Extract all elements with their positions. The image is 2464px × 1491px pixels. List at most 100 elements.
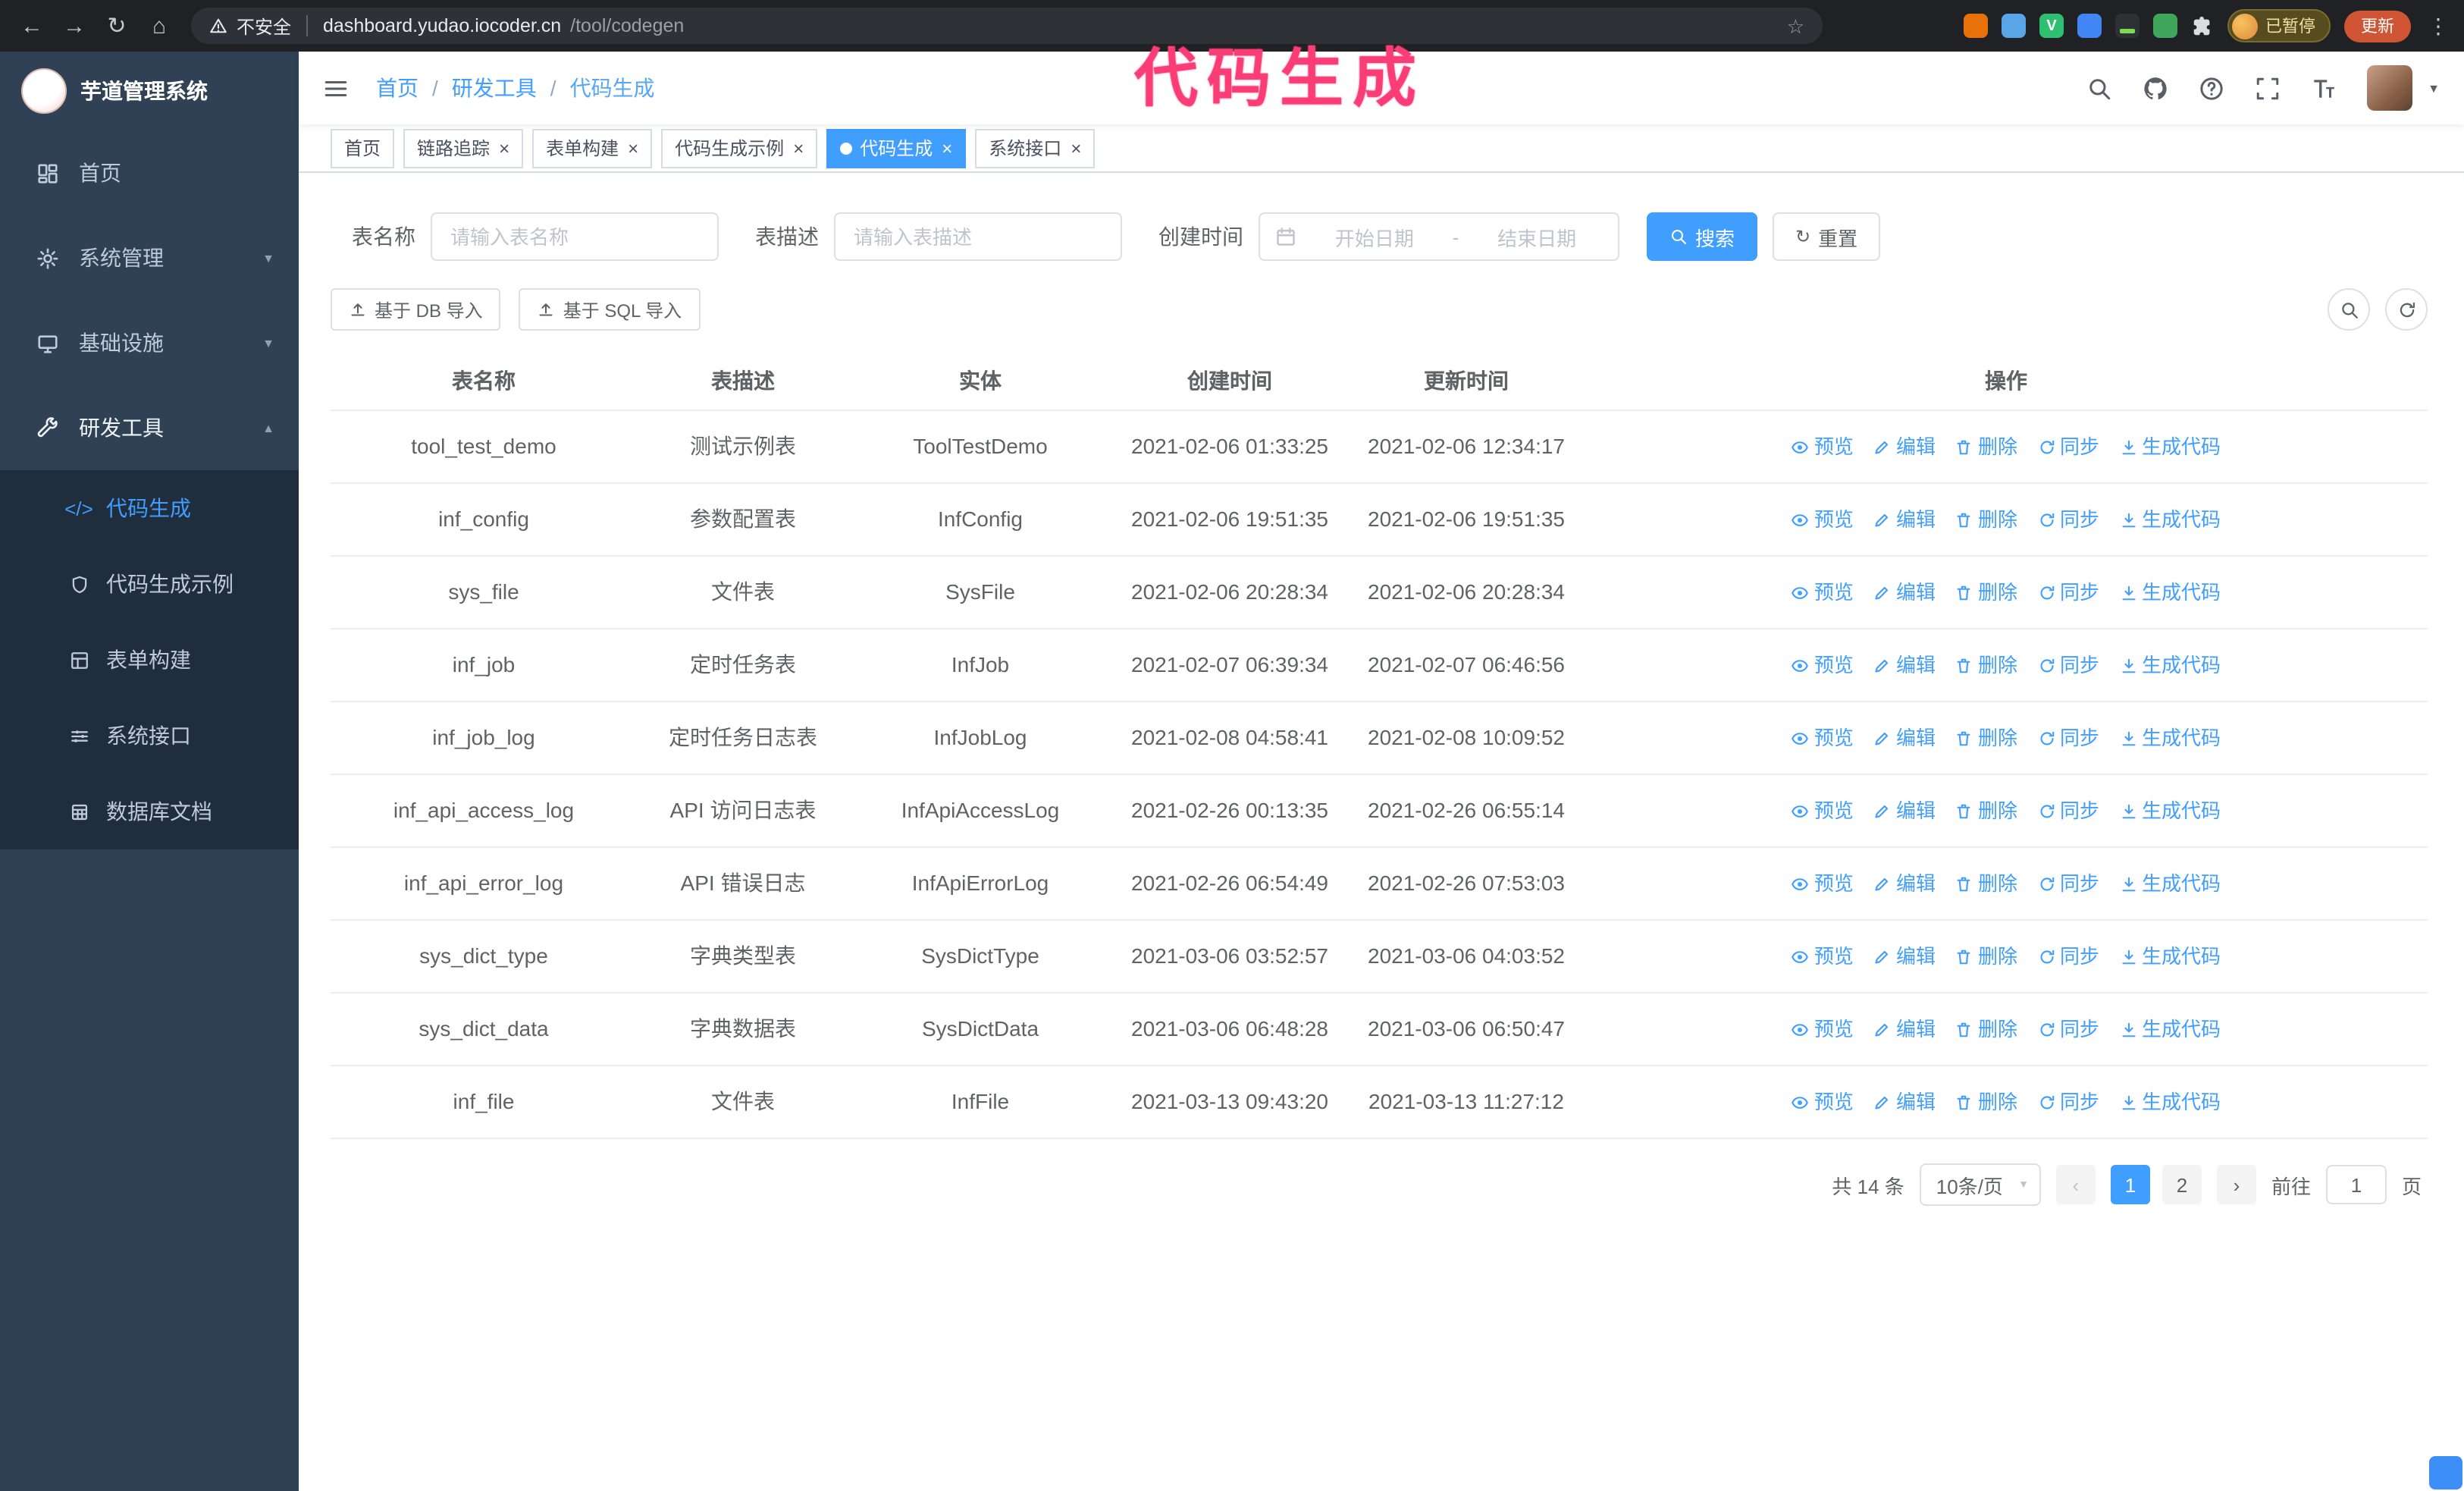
goto-page-input[interactable] [2325, 1165, 2387, 1204]
preview-link[interactable]: 预览 [1792, 575, 1854, 610]
edit-link[interactable]: 编辑 [1873, 1085, 1936, 1119]
tab-2[interactable]: 表单构建 × [532, 128, 653, 168]
generate-code-link[interactable]: 生成代码 [2119, 793, 2221, 828]
import-sql-button[interactable]: 基于 SQL 导入 [519, 288, 701, 331]
chevron-down-icon[interactable]: ▼ [2428, 81, 2440, 95]
edit-link[interactable]: 编辑 [1873, 648, 1936, 683]
preview-link[interactable]: 预览 [1792, 502, 1854, 537]
font-size-icon[interactable] [2311, 75, 2337, 101]
search-toggle-button[interactable] [2328, 288, 2370, 331]
delete-link[interactable]: 删除 [1955, 429, 2017, 464]
sync-link[interactable]: 同步 [2037, 793, 2099, 828]
sync-link[interactable]: 同步 [2037, 939, 2099, 974]
sidebar-item-2[interactable]: 基础设施 ▼ [0, 300, 299, 385]
preview-link[interactable]: 预览 [1792, 793, 1854, 828]
close-icon[interactable]: × [792, 139, 804, 157]
sidebar-subitem-3[interactable]: 系统接口 [0, 698, 299, 774]
table-refresh-button[interactable] [2385, 288, 2428, 331]
sidebar-subitem-4[interactable]: 数据库文档 [0, 774, 299, 849]
sync-link[interactable]: 同步 [2037, 1085, 2099, 1119]
edit-link[interactable]: 编辑 [1873, 429, 1936, 464]
tab-3[interactable]: 代码生成示例 × [661, 128, 818, 168]
sidebar-collapse-icon[interactable] [323, 75, 349, 101]
delete-link[interactable]: 删除 [1955, 502, 2017, 537]
forward-icon[interactable]: → [55, 6, 94, 46]
edit-link[interactable]: 编辑 [1873, 866, 1936, 901]
generate-code-link[interactable]: 生成代码 [2119, 1012, 2221, 1047]
github-icon[interactable] [2143, 75, 2168, 101]
reset-button[interactable]: ↻ 重置 [1773, 212, 1881, 261]
preview-link[interactable]: 预览 [1792, 720, 1854, 755]
extension-5-icon[interactable] [2115, 14, 2140, 38]
floating-corner-widget[interactable] [2429, 1456, 2462, 1489]
page-size-select[interactable]: 10条/页 ▼ [1919, 1163, 2041, 1206]
search-icon[interactable] [2086, 75, 2112, 101]
prev-page-button[interactable]: ‹ [2055, 1165, 2096, 1204]
generate-code-link[interactable]: 生成代码 [2119, 502, 2221, 537]
generate-code-link[interactable]: 生成代码 [2119, 575, 2221, 610]
delete-link[interactable]: 删除 [1955, 720, 2017, 755]
preview-link[interactable]: 预览 [1792, 1012, 1854, 1047]
delete-link[interactable]: 删除 [1955, 648, 2017, 683]
preview-link[interactable]: 预览 [1792, 939, 1854, 974]
bookmark-star-icon[interactable]: ☆ [1787, 16, 1804, 36]
preview-link[interactable]: 预览 [1792, 648, 1854, 683]
breadcrumb-item-1[interactable]: 研发工具 [452, 73, 537, 103]
tab-4[interactable]: 代码生成 × [826, 128, 967, 168]
generate-code-link[interactable]: 生成代码 [2119, 939, 2221, 974]
sync-link[interactable]: 同步 [2037, 502, 2099, 537]
update-button[interactable]: 更新 [2344, 10, 2411, 42]
next-page-button[interactable]: › [2216, 1165, 2256, 1204]
sidebar-item-3[interactable]: 研发工具 ▲ [0, 385, 299, 470]
breadcrumb-item-0[interactable]: 首页 [376, 73, 419, 103]
edit-link[interactable]: 编辑 [1873, 1012, 1936, 1047]
back-icon[interactable]: ← [12, 6, 52, 46]
generate-code-link[interactable]: 生成代码 [2119, 720, 2221, 755]
page-button-2[interactable]: 2 [2161, 1165, 2202, 1204]
close-icon[interactable]: × [497, 139, 509, 157]
breadcrumb-item-2[interactable]: 代码生成 [570, 73, 655, 103]
tab-5[interactable]: 系统接口 × [975, 128, 1096, 168]
search-button[interactable]: 搜索 [1647, 212, 1758, 261]
tab-0[interactable]: 首页 [331, 128, 395, 168]
sidebar-subitem-1[interactable]: 代码生成示例 [0, 546, 299, 622]
kebab-menu-icon[interactable]: ⋮ [2425, 15, 2452, 36]
extensions-puzzle-icon[interactable] [2191, 14, 2214, 37]
extension-2-icon[interactable] [2002, 14, 2026, 38]
generate-code-link[interactable]: 生成代码 [2119, 648, 2221, 683]
page-button-1[interactable]: 1 [2110, 1165, 2150, 1204]
tab-1[interactable]: 链路追踪 × [403, 128, 524, 168]
generate-code-link[interactable]: 生成代码 [2119, 429, 2221, 464]
extension-6-icon[interactable] [2153, 14, 2177, 38]
edit-link[interactable]: 编辑 [1873, 793, 1936, 828]
extension-3-icon[interactable]: V [2039, 14, 2064, 38]
help-icon[interactable] [2199, 75, 2224, 101]
close-icon[interactable]: × [940, 139, 952, 157]
preview-link[interactable]: 预览 [1792, 429, 1854, 464]
delete-link[interactable]: 删除 [1955, 793, 2017, 828]
edit-link[interactable]: 编辑 [1873, 502, 1936, 537]
address-bar[interactable]: 不安全 dashboard.yudao.iocoder.cn/tool/code… [191, 8, 1823, 44]
refresh-icon[interactable]: ↻ [97, 6, 136, 46]
sync-link[interactable]: 同步 [2037, 648, 2099, 683]
generate-code-link[interactable]: 生成代码 [2119, 866, 2221, 901]
edit-link[interactable]: 编辑 [1873, 939, 1936, 974]
generate-code-link[interactable]: 生成代码 [2119, 1085, 2221, 1119]
sync-link[interactable]: 同步 [2037, 720, 2099, 755]
extension-1-icon[interactable] [1964, 14, 1988, 38]
sidebar-subitem-0[interactable]: </> 代码生成 [0, 470, 299, 546]
preview-link[interactable]: 预览 [1792, 866, 1854, 901]
sidebar-item-1[interactable]: 系统管理 ▼ [0, 215, 299, 300]
table-desc-input[interactable] [834, 212, 1122, 261]
import-db-button[interactable]: 基于 DB 导入 [331, 288, 501, 331]
delete-link[interactable]: 删除 [1955, 1012, 2017, 1047]
home-icon[interactable]: ⌂ [140, 6, 179, 46]
profile-paused-badge[interactable]: 已暂停 [2227, 9, 2331, 42]
sync-link[interactable]: 同步 [2037, 429, 2099, 464]
close-icon[interactable]: × [1069, 139, 1081, 157]
delete-link[interactable]: 删除 [1955, 1085, 2017, 1119]
table-name-input[interactable] [431, 212, 719, 261]
extension-4-icon[interactable] [2077, 14, 2102, 38]
edit-link[interactable]: 编辑 [1873, 575, 1936, 610]
app-logo[interactable]: 芋道管理系统 [0, 52, 299, 130]
